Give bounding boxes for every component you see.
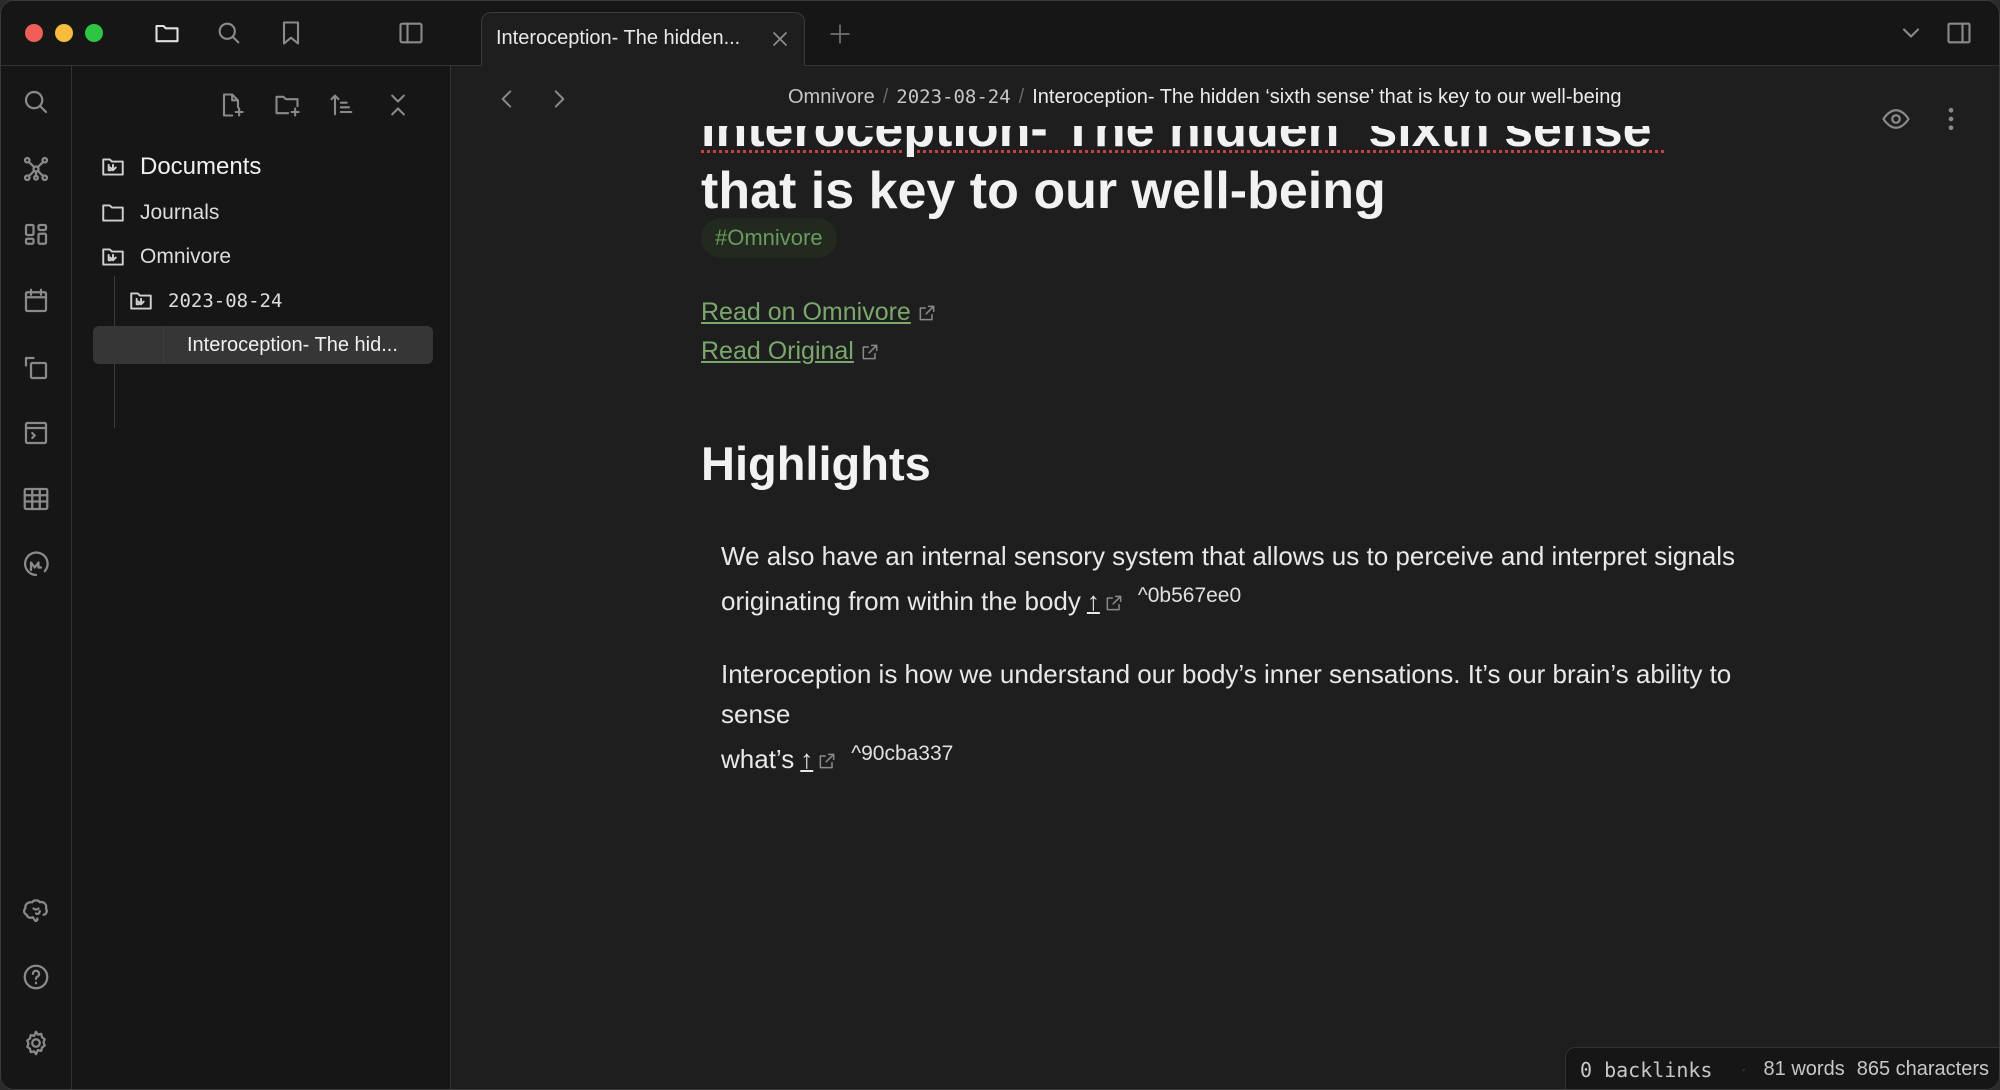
breadcrumb-separator: / (1018, 86, 1025, 108)
tree-file-interoception[interactable]: Interoception- The hid... (93, 326, 433, 364)
sort-icon[interactable] (328, 91, 358, 121)
minimize-window-button[interactable] (55, 24, 73, 42)
external-link-icon (862, 344, 878, 360)
tree-item-label: Omnivore (140, 245, 232, 268)
help-icon[interactable] (21, 962, 51, 992)
tree-item-label: Journals (140, 201, 220, 224)
bookmark-icon[interactable] (275, 17, 307, 49)
table-icon[interactable] (21, 484, 51, 514)
new-note-icon[interactable] (217, 91, 247, 121)
settings-icon[interactable] (21, 1028, 51, 1058)
new-folder-icon[interactable] (273, 91, 303, 121)
tab-title: Interoception- The hidden... (496, 27, 741, 49)
folder-linked-icon (102, 158, 124, 176)
character-count: 865 characters (1856, 1058, 1989, 1080)
tree-item-label: Interoception- The hid... (187, 333, 398, 356)
search-icon[interactable] (213, 17, 245, 49)
chevron-down-icon[interactable] (1895, 17, 1927, 49)
terminal-icon[interactable] (21, 418, 51, 448)
highlight-text-line-2: what’s (721, 744, 795, 774)
breadcrumb-current-note[interactable]: Interoception- The hidden ‘sixth sense’ … (1032, 86, 1621, 108)
jump-to-source-link[interactable]: ↑ (800, 744, 813, 774)
link-text: Read Original (701, 337, 854, 365)
copy-icon[interactable] (21, 353, 51, 383)
backlinks-count[interactable]: 0 backlinks (1580, 1058, 1712, 1082)
highlight-item: Interoception is how we understand our b… (721, 654, 1801, 779)
link-text: Read on Omnivore (701, 298, 911, 326)
highlight-item: We also have an internal sensory system … (721, 536, 1801, 621)
breadcrumb-separator: / (882, 86, 889, 108)
folder-icon (102, 204, 124, 222)
external-link-icon (819, 753, 835, 769)
dashboard-icon[interactable] (21, 220, 51, 250)
folder-linked-icon (130, 292, 152, 310)
forward-arrow-icon[interactable] (546, 86, 572, 112)
brain-icon[interactable] (21, 896, 51, 926)
close-tab-icon[interactable] (768, 27, 792, 51)
close-window-button[interactable] (25, 24, 43, 42)
breadcrumb-omnivore[interactable]: Omnivore (788, 86, 875, 108)
pencil-icon[interactable] (1742, 1059, 1746, 1081)
folder-icon[interactable] (151, 17, 183, 49)
highlight-text-line-2: originating from within the body (721, 586, 1081, 616)
maximize-window-button[interactable] (85, 24, 103, 42)
folder-linked-icon (102, 248, 124, 266)
sidebar-toggle-icon[interactable] (395, 17, 427, 49)
tab-active-note[interactable]: Interoception- The hidden... (481, 12, 805, 67)
tree-folder-2023-08-24[interactable]: 2023-08-24 (128, 282, 468, 320)
tree-folder-documents[interactable]: Documents (100, 148, 440, 186)
back-arrow-icon[interactable] (494, 86, 520, 112)
block-id: ^0b567ee0 (1137, 584, 1242, 607)
note-title-line-1: Interoception- The hidden ‘sixth sense’ (701, 126, 1667, 158)
new-tab-icon[interactable] (827, 21, 853, 47)
jump-to-source-link[interactable]: ↑ (1087, 586, 1100, 616)
search-icon[interactable] (21, 87, 51, 117)
external-link-icon (919, 305, 935, 321)
collapse-all-icon[interactable] (384, 91, 414, 121)
reading-view-icon[interactable] (1881, 104, 1911, 134)
word-count: 81 words (1763, 1058, 1845, 1080)
tree-item-label: Documents (140, 153, 262, 180)
graph-icon[interactable] (21, 154, 51, 184)
tag-omnivore[interactable]: #Omnivore (701, 218, 837, 258)
omnivore-icon[interactable] (21, 550, 51, 580)
highlights-heading: Highlights (701, 437, 931, 490)
highlight-text-line-1: We also have an internal sensory system … (721, 541, 1736, 571)
title-bar: Interoception- The hidden... (1, 1, 1999, 67)
ribbon (1, 66, 72, 1089)
tree-folder-omnivore[interactable]: Omnivore (100, 238, 440, 276)
title-clip: Interoception- The hidden ‘sixth sense’ … (701, 126, 1801, 276)
more-options-icon[interactable] (1936, 104, 1966, 134)
breadcrumb-date[interactable]: 2023-08-24 (896, 86, 1010, 108)
highlight-text-line-1: Interoception is how we understand our b… (721, 659, 1732, 729)
read-on-omnivore-link[interactable]: Read on Omnivore (701, 298, 937, 327)
tree-item-label: 2023-08-24 (168, 290, 283, 312)
block-id: ^90cba337 (851, 742, 954, 765)
app-window: Interoception- The hidden... Documents J… (0, 0, 2000, 1090)
note-title-line-2: that is key to our well-being (701, 162, 1386, 220)
editor-pane: Omnivore / 2023-08-24 / Interoception- The h… (452, 66, 1999, 1089)
external-link-icon (1106, 595, 1122, 611)
indent-guide (163, 326, 164, 364)
status-bar: 0 backlinks 81 words 865 characters (1565, 1047, 1999, 1089)
right-sidebar-toggle-icon[interactable] (1943, 17, 1975, 49)
file-explorer: Documents Journals Omnivore 2023-08-24 I… (72, 66, 451, 1089)
read-original-link[interactable]: Read Original (701, 337, 880, 366)
breadcrumb: Omnivore / 2023-08-24 / Interoception- The h… (788, 86, 1621, 109)
note-title: Interoception- The hidden ‘sixth sense’ … (701, 126, 1801, 222)
calendar-icon[interactable] (21, 286, 51, 316)
tree-folder-journals[interactable]: Journals (100, 194, 440, 232)
